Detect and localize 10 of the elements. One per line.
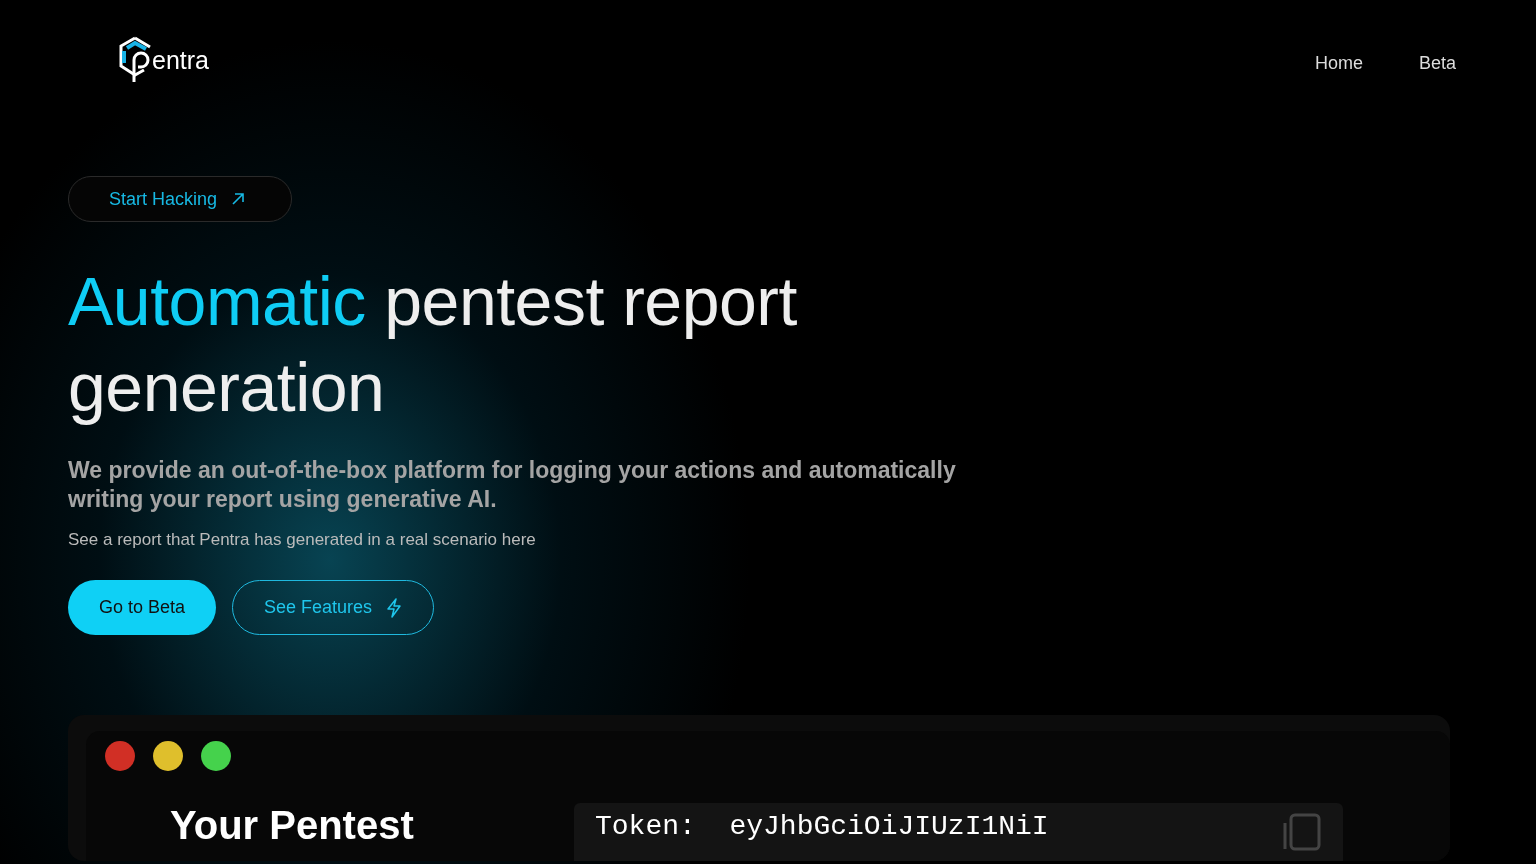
- subtitle: We provide an out-of-the-box platform for logging your actions and automatically writing your report using generative AI.: [68, 456, 957, 514]
- nav-link[interactable]: Beta: [1418, 52, 1456, 74]
- go-to-beta-button[interactable]: Go to Beta: [68, 580, 217, 635]
- token-text: Token: eyJhbGciOiJIUzI1NiI: [595, 811, 1049, 844]
- logo-text: entra: [152, 45, 209, 75]
- headline: Automatic pentest report generation: [68, 262, 798, 427]
- nav-link[interactable]: Home: [1314, 52, 1363, 74]
- start-hacking-button[interactable]: Start Hacking: [68, 176, 292, 222]
- section-title: Your Pentest: [170, 802, 415, 849]
- report-note: See a report that Pentra has generated in a real scenario here: [68, 530, 537, 550]
